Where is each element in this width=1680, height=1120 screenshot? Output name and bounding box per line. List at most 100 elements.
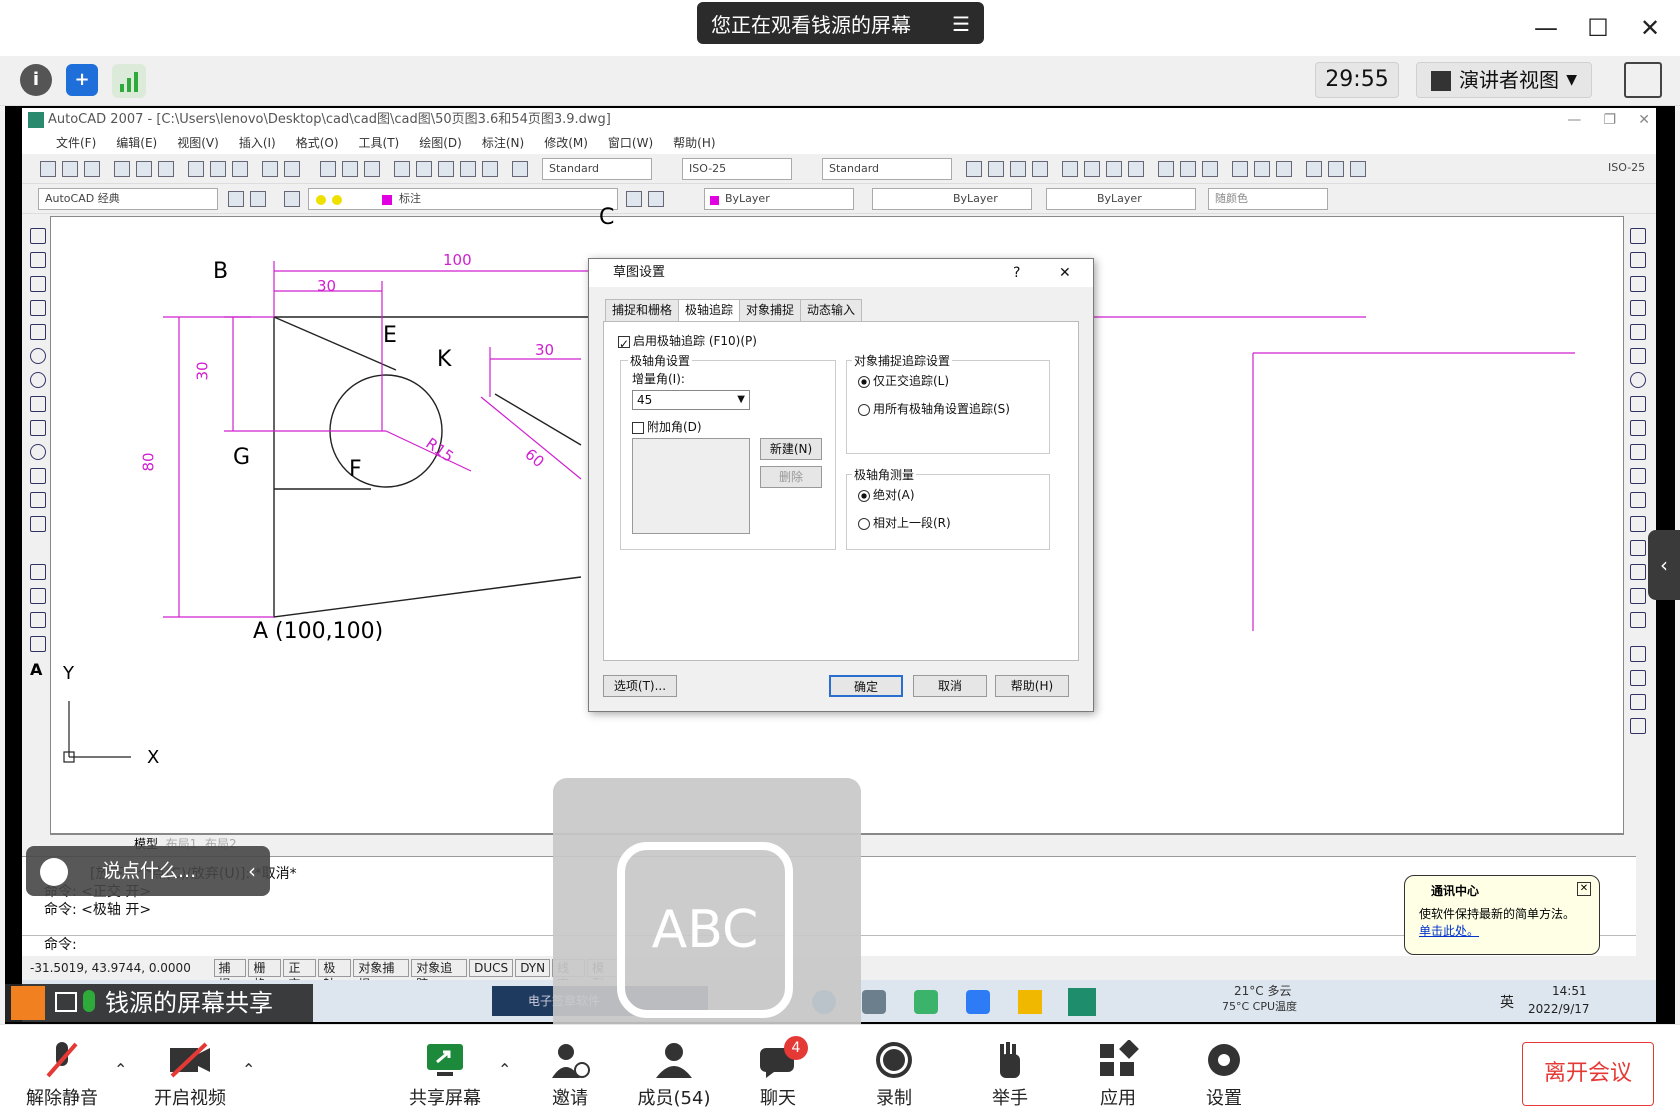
menu-file[interactable]: 文件(F) — [56, 132, 96, 154]
comm-center-notification[interactable]: 通讯中心 ✕ 使软件保持最新的简单方法。 单击此处。 — [1404, 875, 1600, 955]
table-icon[interactable] — [30, 636, 46, 652]
fullscreen-icon[interactable] — [1624, 62, 1662, 98]
clock-date[interactable]: 2022/9/17 — [1528, 1002, 1590, 1016]
side-panel-toggle[interactable]: ‹ — [1648, 530, 1680, 600]
additional-angle-list[interactable] — [632, 438, 750, 534]
pan-icon[interactable] — [320, 161, 336, 177]
rectangle-icon[interactable] — [30, 324, 46, 340]
ellipse-icon[interactable] — [30, 444, 46, 460]
radius-dim-icon[interactable] — [1062, 161, 1078, 177]
status-dyn[interactable]: DYN — [515, 959, 551, 977]
line-icon[interactable] — [30, 228, 46, 244]
explode-icon[interactable] — [1630, 612, 1646, 628]
share-screen-button[interactable]: 共享屏幕 — [395, 1032, 495, 1116]
input-language[interactable]: 英 — [1500, 992, 1514, 1012]
zoom-icon[interactable] — [342, 161, 358, 177]
baseline-icon[interactable] — [1180, 161, 1196, 177]
extend-icon[interactable] — [1630, 468, 1646, 484]
absolute-radio[interactable]: 绝对(A) — [858, 486, 915, 503]
layer-previous-icon[interactable] — [648, 191, 664, 207]
meeting-app-icon[interactable] — [966, 990, 990, 1014]
status-ortho[interactable]: 正交 — [283, 959, 317, 991]
autocad-window-controls[interactable]: — ❐ ✕ — [1520, 108, 1650, 132]
construction-line-icon[interactable] — [30, 252, 46, 268]
trim-icon[interactable] — [1630, 444, 1646, 460]
dim-style-right[interactable]: ISO-25 — [1602, 158, 1652, 180]
menu-modify[interactable]: 修改(M) — [544, 132, 588, 154]
lineweight-combo[interactable]: ByLayer — [1046, 188, 1196, 210]
menu-window[interactable]: 窗口(W) — [608, 132, 653, 154]
menu-help[interactable]: 帮助(H) — [673, 132, 715, 154]
menu-insert[interactable]: 插入(I) — [239, 132, 276, 154]
chevron-up-icon[interactable]: ⌃ — [114, 1060, 127, 1079]
notification-close-icon[interactable]: ✕ — [1577, 882, 1591, 896]
status-ducs[interactable]: DUCS — [469, 959, 514, 977]
redo-icon[interactable] — [284, 161, 300, 177]
menu-dimension[interactable]: 标注(N) — [482, 132, 524, 154]
multiline-text-icon[interactable]: A — [30, 660, 42, 679]
save-icon[interactable] — [84, 161, 100, 177]
quick-dim-icon[interactable] — [1158, 161, 1174, 177]
settings-button[interactable]: 设置 — [1174, 1032, 1274, 1116]
mirror-icon[interactable] — [1630, 276, 1646, 292]
revcloud-icon[interactable] — [30, 396, 46, 412]
spline-icon[interactable] — [30, 420, 46, 436]
clock-time[interactable]: 14:51 — [1552, 984, 1587, 998]
bring-above-icon[interactable] — [1630, 718, 1646, 734]
weather[interactable]: 21°C 多云 — [1234, 982, 1334, 999]
cut-icon[interactable] — [188, 161, 204, 177]
move-icon[interactable] — [1630, 348, 1646, 364]
workspace-save-icon[interactable] — [250, 191, 266, 207]
enable-polar-checkbox[interactable]: ✓ 启用极轴追踪 (F10)(P) — [618, 332, 757, 351]
tolerance-icon[interactable] — [1254, 161, 1270, 177]
preview-icon[interactable] — [136, 161, 152, 177]
dim-text-edit-icon[interactable] — [1328, 161, 1344, 177]
status-osnap[interactable]: 对象捕捉 — [353, 959, 410, 991]
cancel-button[interactable]: 取消 — [913, 675, 987, 697]
array-icon[interactable] — [1630, 324, 1646, 340]
break-icon[interactable] — [1630, 516, 1646, 532]
chamfer-icon[interactable] — [1630, 564, 1646, 580]
fillet-icon[interactable] — [1630, 588, 1646, 604]
members-button[interactable]: 成员(54) — [624, 1032, 724, 1116]
erase-icon[interactable] — [1630, 228, 1646, 244]
send-back-icon[interactable] — [1630, 694, 1646, 710]
continue-icon[interactable] — [1202, 161, 1218, 177]
insert-block-icon[interactable] — [30, 492, 46, 508]
angular-icon[interactable] — [1128, 161, 1144, 177]
close-icon[interactable]: ✕ — [1632, 12, 1668, 44]
new-angle-button[interactable]: 新建(N) — [760, 438, 822, 460]
gradient-icon[interactable] — [30, 588, 46, 604]
hatch-icon[interactable] — [30, 564, 46, 580]
copy-object-icon[interactable] — [1630, 252, 1646, 268]
chat-button[interactable]: 聊天 — [728, 1032, 828, 1116]
signal-strength-icon[interactable] — [112, 64, 146, 98]
delete-angle-button[interactable]: 删除 — [760, 466, 822, 488]
color-combo[interactable]: ByLayer — [704, 188, 854, 210]
menu-icon[interactable]: ☰ — [952, 12, 970, 36]
arc-icon[interactable] — [30, 348, 46, 364]
info-icon[interactable]: i — [20, 64, 52, 96]
leave-meeting-button[interactable]: 离开会议 — [1522, 1042, 1654, 1106]
design-center-icon[interactable] — [416, 161, 432, 177]
autocad-taskbar-icon[interactable] — [1068, 988, 1096, 1016]
status-otrack[interactable]: 对象追踪 — [411, 959, 468, 991]
workspace-combo[interactable]: AutoCAD 经典 — [38, 188, 218, 210]
status-polar[interactable]: 极轴 — [318, 959, 352, 991]
unmute-button[interactable]: 解除静音 — [12, 1032, 112, 1116]
plot-style-combo[interactable]: 随颜色 — [1208, 188, 1328, 210]
ortho-only-radio[interactable]: 仅正交追踪(L) — [858, 372, 949, 389]
tab-polar-tracking[interactable]: 极轴追踪 — [678, 299, 741, 321]
make-current-layer-icon[interactable] — [626, 191, 642, 207]
chevron-up-icon[interactable]: ⌃ — [498, 1060, 511, 1079]
copy-icon[interactable] — [210, 161, 226, 177]
tab-object-snap[interactable]: 对象捕捉 — [739, 299, 802, 321]
print-icon[interactable] — [114, 161, 130, 177]
properties-icon[interactable] — [394, 161, 410, 177]
app-icon[interactable] — [862, 990, 886, 1014]
options-button[interactable]: 选项(T)... — [603, 675, 677, 697]
tab-dynamic-input[interactable]: 动态输入 — [800, 299, 863, 321]
tool-palette-icon[interactable] — [438, 161, 454, 177]
ok-button[interactable]: 确定 — [829, 675, 903, 697]
linetype-combo[interactable]: ByLayer — [872, 188, 1032, 210]
